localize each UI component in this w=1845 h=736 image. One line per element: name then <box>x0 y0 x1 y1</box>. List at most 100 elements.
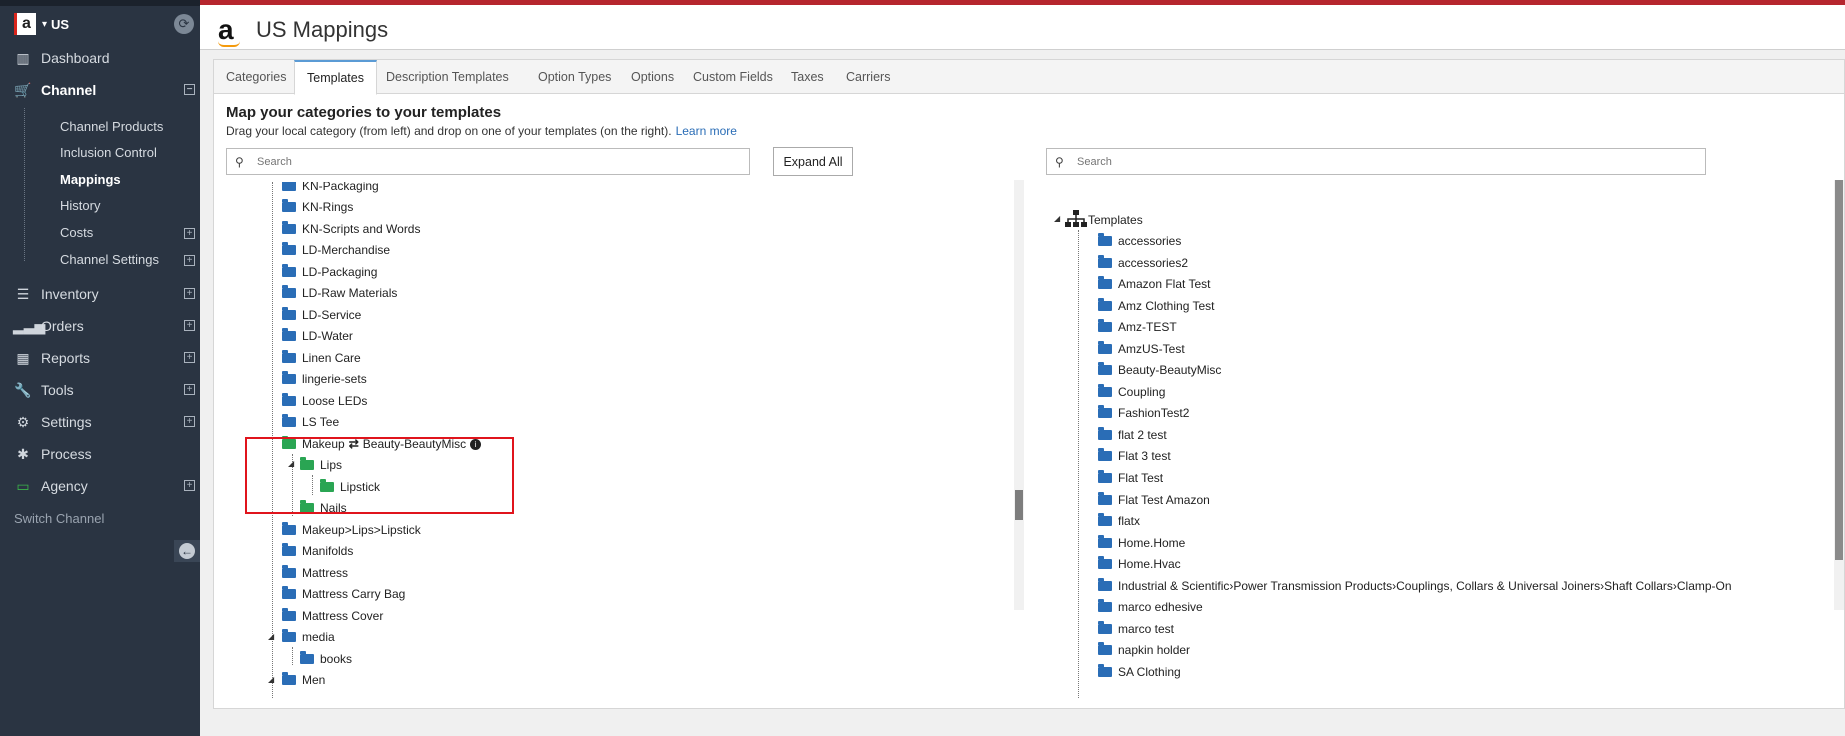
tree-node[interactable]: Home.Hvac <box>1098 554 1181 574</box>
tab-description-templates[interactable]: Description Templates <box>374 60 521 94</box>
nav-agency[interactable]: ▭ Agency + <box>0 472 200 500</box>
expand-icon[interactable]: + <box>184 255 195 266</box>
nav-dashboard[interactable]: ▥ Dashboard <box>0 44 200 72</box>
tree-node[interactable]: media <box>282 627 335 647</box>
switch-channel-link[interactable]: Switch Channel <box>0 504 200 532</box>
folder-icon <box>1098 621 1112 634</box>
expand-icon[interactable]: + <box>184 320 195 331</box>
expand-triangle-icon[interactable]: ◢ <box>268 632 274 641</box>
nav-channel[interactable]: 🛒 Channel − <box>0 76 200 104</box>
tab-categories[interactable]: Categories <box>214 60 298 94</box>
tree-node[interactable]: Loose LEDs <box>282 391 367 411</box>
nav-label: Agency <box>41 478 88 494</box>
tree-node[interactable]: Flat Test Amazon <box>1098 490 1210 510</box>
tree-node[interactable]: flat 2 test <box>1098 425 1167 445</box>
tab-templates[interactable]: Templates <box>294 60 377 95</box>
nav-process[interactable]: ✱ Process <box>0 440 200 468</box>
refresh-icon[interactable]: ⟳ <box>174 14 194 34</box>
tree-node[interactable]: books <box>300 649 352 669</box>
left-search: ⚲ <box>226 148 750 175</box>
tree-node[interactable]: lingerie-sets <box>282 369 367 389</box>
expand-icon[interactable]: + <box>184 480 195 491</box>
tree-node[interactable]: napkin holder <box>1098 640 1190 660</box>
tree-node[interactable]: Manifolds <box>282 541 353 561</box>
tree-node[interactable]: Flat Test <box>1098 468 1163 488</box>
tree-node[interactable]: LD-Water <box>282 326 353 346</box>
sub-item-history[interactable]: History <box>60 193 100 217</box>
expand-icon[interactable]: + <box>184 288 195 299</box>
scrollbar-thumb[interactable] <box>1835 180 1843 560</box>
tree-node[interactable]: Amazon Flat Test <box>1098 274 1210 294</box>
left-search-input[interactable] <box>257 155 720 168</box>
expand-all-button[interactable]: Expand All <box>773 147 853 176</box>
sub-item-mappings[interactable]: Mappings <box>60 167 121 191</box>
learn-more-link[interactable]: Learn more <box>676 124 737 138</box>
tree-node[interactable]: Makeup>Lips>Lipstick <box>282 520 421 540</box>
tree-node[interactable]: accessories2 <box>1098 253 1188 273</box>
tree-node[interactable]: LS Tee <box>282 412 339 432</box>
tab-label: Taxes <box>791 70 824 84</box>
tree-node[interactable]: LD-Raw Materials <box>282 283 397 303</box>
nav-orders[interactable]: ▂▃▅ Orders + <box>0 312 200 340</box>
expand-triangle-icon[interactable]: ◢ <box>268 675 274 684</box>
tree-node[interactable]: KN-Rings <box>282 197 353 217</box>
expand-triangle-icon[interactable]: ◢ <box>1054 214 1060 223</box>
tab-custom-fields[interactable]: Custom Fields <box>681 60 785 94</box>
signal-icon: ▂▃▅ <box>13 317 46 334</box>
channel-selector[interactable]: a ▾ US ⟳ <box>14 12 194 36</box>
expand-icon[interactable]: + <box>184 228 195 239</box>
expand-icon[interactable]: + <box>184 416 195 427</box>
tree-node[interactable]: marco edhesive <box>1098 597 1203 617</box>
tree-node[interactable]: flatx <box>1098 511 1140 531</box>
tab-option-types[interactable]: Option Types <box>526 60 623 94</box>
tree-node[interactable]: Mattress Carry Bag <box>282 584 405 604</box>
nav-reports[interactable]: ▦ Reports + <box>0 344 200 372</box>
folder-icon <box>282 182 296 191</box>
collapse-icon[interactable]: − <box>184 84 195 95</box>
left-scrollbar[interactable] <box>1014 180 1024 610</box>
sub-item-channel-settings[interactable]: Channel Settings <box>60 247 159 271</box>
tree-node[interactable]: Home.Home <box>1098 533 1185 553</box>
tree-node[interactable]: LD-Packaging <box>282 262 377 282</box>
sub-item-channel-products[interactable]: Channel Products <box>60 114 163 138</box>
highlight-box <box>245 437 514 514</box>
tree-node[interactable]: accessories <box>1098 231 1181 251</box>
tree-node[interactable]: Industrial & Scientific›Power Transmissi… <box>1098 576 1732 596</box>
tree-node[interactable]: LD-Merchandise <box>282 240 390 260</box>
nav-settings[interactable]: ⚙ Settings + <box>0 408 200 436</box>
tree-root[interactable]: Templates <box>1088 210 1143 230</box>
tree-node[interactable]: Amz Clothing Test <box>1098 296 1215 316</box>
tab-taxes[interactable]: Taxes <box>779 60 836 94</box>
tree-node[interactable]: Beauty-BeautyMisc <box>1098 360 1221 380</box>
nav-inventory[interactable]: ☰ Inventory + <box>0 280 200 308</box>
tree-node[interactable]: KN-Scripts and Words <box>282 219 420 239</box>
tree-node[interactable]: SA Clothing <box>1098 662 1181 682</box>
tree-node[interactable]: Men <box>282 670 325 690</box>
expand-icon[interactable]: + <box>184 352 195 363</box>
tree-node[interactable]: AmzUS-Test <box>1098 339 1185 359</box>
nav-tools[interactable]: 🔧 Tools + <box>0 376 200 404</box>
tree-node[interactable]: Mattress Cover <box>282 606 383 626</box>
node-label: Manifolds <box>302 544 354 558</box>
folder-icon <box>282 522 296 535</box>
tab-carriers[interactable]: Carriers <box>834 60 902 94</box>
tab-options[interactable]: Options <box>619 60 686 94</box>
scrollbar-thumb[interactable] <box>1015 490 1023 520</box>
nav-label: Settings <box>41 414 92 430</box>
sub-item-costs[interactable]: Costs <box>60 220 93 244</box>
tree-node[interactable]: Mattress <box>282 563 348 583</box>
right-scrollbar[interactable] <box>1834 180 1844 610</box>
sub-item-label: History <box>60 197 101 213</box>
sub-item-inclusion-control[interactable]: Inclusion Control <box>60 140 157 164</box>
expand-icon[interactable]: + <box>184 384 195 395</box>
tree-node[interactable]: LD-Service <box>282 305 361 325</box>
right-search-input[interactable] <box>1077 155 1662 168</box>
tree-node[interactable]: marco test <box>1098 619 1174 639</box>
tree-node[interactable]: KN-Packaging <box>282 182 379 196</box>
tree-node[interactable]: Flat 3 test <box>1098 446 1171 466</box>
tree-node[interactable]: Coupling <box>1098 382 1165 402</box>
sidebar-collapse-button[interactable]: ← <box>174 540 200 562</box>
tree-node[interactable]: FashionTest2 <box>1098 403 1189 423</box>
tree-node[interactable]: Amz-TEST <box>1098 317 1177 337</box>
tree-node[interactable]: Linen Care <box>282 348 361 368</box>
